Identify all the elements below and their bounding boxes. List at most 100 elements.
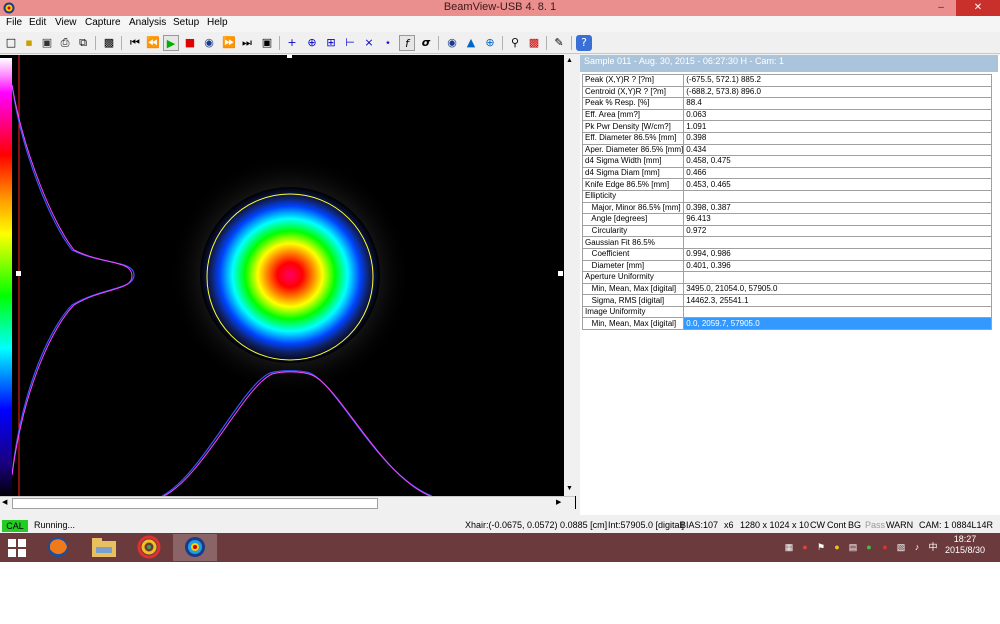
crosshair-ticks-icon[interactable]: ⊢: [342, 35, 358, 51]
result-row[interactable]: Coefficient 0.994, 0.986: [581, 247, 993, 261]
result-row[interactable]: d4 Sigma Diam [mm] 0.466: [581, 166, 993, 180]
result-row[interactable]: d4 Sigma Width [mm] 0.458, 0.475: [581, 155, 993, 168]
new-icon[interactable]: □: [3, 35, 19, 51]
edit-tool-icon[interactable]: ✎: [551, 35, 567, 51]
scroll-down-arrow-icon[interactable]: ▼: [566, 485, 573, 492]
profile-fit-icon[interactable]: ⋆: [380, 35, 396, 51]
taskbar-clock[interactable]: 18:27 2015/8/30: [930, 534, 1000, 556]
result-row[interactable]: Knife Edge 86.5% [mm] 0.453, 0.465: [581, 178, 993, 191]
menu-help[interactable]: Help: [207, 17, 228, 28]
swirl-app-icon[interactable]: [136, 535, 162, 560]
result-label: Diameter [mm]: [581, 259, 685, 273]
result-row[interactable]: Centroid (X,Y)R ? [?m] (-688.2, 573.8) 89…: [581, 85, 993, 99]
beamview-taskbar-button[interactable]: [173, 534, 217, 561]
beam-image[interactable]: [12, 55, 564, 496]
print-icon[interactable]: ⎙: [57, 35, 73, 51]
menu-capture[interactable]: Capture: [85, 17, 121, 28]
tray-signal-icon[interactable]: ▧: [896, 542, 906, 552]
color-palette-bar: [0, 58, 12, 498]
result-row[interactable]: Major, Minor 86.5% [mm] 0.398, 0.387: [581, 201, 993, 215]
last-frame-icon[interactable]: ⏭: [239, 35, 255, 51]
result-row[interactable]: Sigma, RMS [digital] 14462.3, 25541.1: [581, 294, 993, 307]
scroll-left-arrow-icon[interactable]: ◀: [2, 498, 7, 506]
sigma-icon[interactable]: σ: [418, 35, 434, 51]
crosshair-circle-icon[interactable]: ⊕: [304, 35, 320, 51]
crosshair-icon[interactable]: +: [284, 35, 300, 51]
save-icon[interactable]: ▣: [39, 35, 55, 51]
result-label: Major, Minor 86.5% [mm]: [581, 201, 685, 215]
minimize-button[interactable]: –: [928, 0, 954, 16]
file-explorer-icon[interactable]: [90, 535, 118, 560]
horizontal-scroll-thumb[interactable]: [12, 498, 378, 509]
status-warn: WARN: [886, 520, 914, 530]
tray-volume-icon[interactable]: ♪: [912, 542, 922, 552]
tray-yellow-app-icon[interactable]: ●: [832, 542, 842, 552]
result-row[interactable]: Pk Pwr Density [W/cm?] 1.091: [581, 120, 993, 133]
result-row[interactable]: Min, Mean, Max [digital] 3495.0, 21054.0,…: [581, 282, 993, 296]
firefox-icon[interactable]: [45, 535, 71, 560]
result-row[interactable]: Ellipticity: [581, 189, 993, 203]
play-icon[interactable]: ▶: [163, 35, 179, 51]
result-label: Aper. Diameter 86.5% [mm]: [581, 143, 685, 157]
result-row[interactable]: Peak % Resp. [%] 88.4: [581, 97, 993, 110]
result-row[interactable]: Aperture Uniformity: [581, 271, 993, 284]
vertical-profile-fit: [12, 84, 133, 476]
beam-view-icon[interactable]: ◉: [444, 35, 460, 51]
3d-view-icon[interactable]: ▲: [463, 35, 479, 51]
tray-shield-icon[interactable]: ●: [864, 542, 874, 552]
tray-windows-icon[interactable]: ▦: [784, 542, 794, 552]
copy-icon[interactable]: ⧉: [75, 35, 91, 51]
menu-edit[interactable]: Edit: [29, 17, 46, 28]
result-label: Aperture Uniformity: [581, 271, 685, 284]
result-label: Min, Mean, Max [digital]: [581, 282, 685, 296]
first-frame-icon[interactable]: ⏮: [127, 35, 143, 51]
fx-icon[interactable]: f: [399, 35, 415, 51]
scroll-right-arrow-icon[interactable]: ▶: [556, 498, 561, 506]
result-row[interactable]: Aper. Diameter 86.5% [mm] 0.434: [581, 143, 993, 157]
result-row[interactable]: Min, Mean, Max [digital] 0.0, 2059.7, 579…: [581, 317, 993, 331]
tray-antivirus-icon[interactable]: ●: [880, 542, 890, 552]
horizontal-scrollbar[interactable]: ◀ ▶: [0, 496, 575, 509]
result-row[interactable]: Diameter [mm] 0.401, 0.396: [581, 259, 993, 273]
result-row[interactable]: Peak (X,Y)R ? [?m] (-675.5, 572.1) 885.2: [581, 74, 993, 87]
result-row[interactable]: Circularity 0.972: [581, 224, 993, 238]
stop-icon[interactable]: ■: [182, 35, 198, 51]
tray-flag-icon[interactable]: ⚑: [816, 542, 826, 552]
result-row[interactable]: Image Uniformity: [581, 305, 993, 319]
result-label: Angle [degrees]: [581, 213, 685, 226]
result-row[interactable]: Eff. Area [mm?] 0.063: [581, 108, 993, 122]
menu-view[interactable]: View: [55, 17, 77, 28]
result-row[interactable]: Eff. Diameter 86.5% [mm] 0.398: [581, 131, 993, 145]
help-icon[interactable]: ?: [576, 35, 592, 51]
tray-network-icon[interactable]: ▤: [848, 542, 858, 552]
menu-analysis[interactable]: Analysis: [129, 17, 166, 28]
close-button[interactable]: ✕: [956, 0, 1000, 16]
scroll-up-arrow-icon[interactable]: ▲: [566, 57, 573, 64]
result-label: Peak % Resp. [%]: [581, 97, 685, 110]
result-value: 88.4: [683, 97, 993, 110]
result-value: 0.434: [683, 143, 993, 157]
result-value: [683, 189, 993, 203]
tray-red-app-icon[interactable]: ●: [800, 542, 810, 552]
clock-date: 2015/8/30: [944, 545, 986, 555]
forward-icon[interactable]: ⏩: [221, 35, 237, 51]
zoom-icon[interactable]: ⚲: [507, 35, 523, 51]
windows-start-icon[interactable]: [8, 539, 26, 557]
record-icon[interactable]: ◉: [201, 35, 217, 51]
camera-icon[interactable]: ▣: [259, 35, 275, 51]
rewind-icon[interactable]: ⏪: [145, 35, 161, 51]
beamview-taskbar-icon: [185, 537, 205, 557]
capture-icon[interactable]: ▩: [101, 35, 117, 51]
histogram-icon[interactable]: ▩: [526, 35, 542, 51]
menu-file[interactable]: File: [6, 17, 22, 28]
status-bar: Running... Xhair:(-0.0675, 0.0572) 0.088…: [0, 519, 1000, 533]
profile-tilt-icon[interactable]: ⨯: [361, 35, 377, 51]
result-row[interactable]: Gaussian Fit 86.5%: [581, 236, 993, 249]
vertical-scrollbar[interactable]: ▲ ▼: [564, 55, 576, 496]
menu-setup[interactable]: Setup: [173, 17, 199, 28]
beam-spot: [200, 187, 380, 363]
open-folder-icon[interactable]: ▪: [21, 35, 37, 51]
crosshair-grid-icon[interactable]: ⊞: [323, 35, 339, 51]
result-row[interactable]: Angle [degrees] 96.413: [581, 213, 993, 226]
zoom-fit-icon[interactable]: ⊕: [482, 35, 498, 51]
